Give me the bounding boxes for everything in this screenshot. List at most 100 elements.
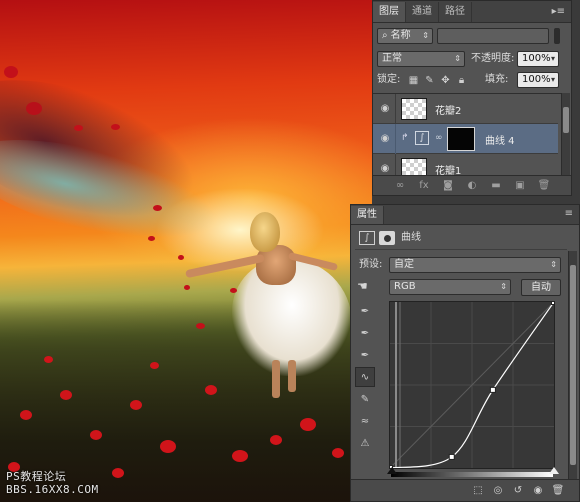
layer-name: 花瓣2 [435,106,462,117]
curve-point-tool-icon[interactable]: ∿ [355,367,375,387]
lock-paint-icon[interactable]: ✎ [423,74,436,87]
girl-hair [250,212,280,252]
eyedropper-black-icon[interactable]: ✒ [355,301,375,321]
layers-panel-footer: ∞ fx ◙ ◐ ▬ ▣ 🗑︎ [373,175,571,195]
divider [355,249,567,250]
layer-style-fx-icon[interactable]: fx [417,180,431,191]
layer-filter-kind-select[interactable]: ⌕ 名称 ⇕ [377,28,433,44]
new-layer-icon[interactable]: ▣ [513,180,527,191]
poppy [20,410,32,420]
panel-menu-icon[interactable]: ≡ [559,204,579,224]
poppy [160,440,176,453]
clip-to-layer-icon[interactable]: ⬚ [471,485,485,496]
petal [26,102,42,115]
curve-control-point[interactable] [448,453,455,460]
layer-list-scrollbar[interactable] [561,93,570,175]
properties-panel-tabs: 属性 ≡ [351,205,579,225]
white-point-slider-icon[interactable] [549,467,559,474]
layer-name: 花瓣1 [435,166,462,175]
layer-row[interactable]: ◉ 花瓣1 [373,154,558,175]
lock-transparent-icon[interactable]: ▦ [407,74,420,87]
curve-control-point[interactable] [551,299,557,305]
tab-channels[interactable]: 通道 [406,2,439,22]
petal [148,236,155,241]
watermark-url: BBS.16XX8.COM [6,483,99,496]
fill-input[interactable]: 100% ▾ [517,72,559,88]
layer-filter-field[interactable] [437,28,549,44]
filter-toggle-switch[interactable] [554,28,560,44]
petal [74,125,83,131]
trash-icon[interactable]: 🗑︎ [537,180,551,191]
layer-mask-thumbnail[interactable] [447,127,475,151]
new-adjustment-icon[interactable]: ◐ [465,180,479,191]
row-divider [395,94,396,124]
pencil-icon[interactable]: ✎ [355,389,375,409]
poppy [112,468,124,478]
scrollbar-thumb[interactable] [563,107,569,133]
curves-graph[interactable] [387,299,557,471]
eye-icon[interactable]: ◉ [379,133,391,145]
watermark-title: PS教程论坛 [6,470,67,483]
properties-scrollbar[interactable] [568,251,577,479]
girl-leg [288,360,296,392]
curve-svg[interactable] [387,299,557,471]
new-group-icon[interactable]: ▬ [489,180,503,191]
auto-button[interactable]: 自动 [521,279,561,296]
preset-value: 自定 [394,259,414,270]
lock-all-icon[interactable]: 🔒︎ [455,74,468,87]
curve-tools: ✒ ✒ ✒ ∿ ✎ ≈ ⚠ [355,301,375,455]
trash-icon[interactable]: 🗑︎ [551,485,565,496]
tab-layers[interactable]: 图层 [373,2,406,22]
poppy [60,390,72,400]
opacity-label: 不透明度: [471,53,515,64]
blend-mode-value: 正常 [382,53,402,64]
black-point-slider-icon[interactable] [387,467,397,474]
reset-icon[interactable]: ↺ [511,485,525,496]
row-divider [395,124,396,154]
channel-value: RGB [394,281,416,292]
eyedropper-white-icon[interactable]: ✒ [355,345,375,365]
mask-properties-icon[interactable] [379,231,395,245]
petal [153,205,162,211]
chevron-down-icon: ▾ [550,75,555,84]
preset-select[interactable]: 自定 ⇕ [389,257,561,273]
curves-adjustment-icon: ∫ [359,231,375,245]
document-canvas[interactable]: PS教程论坛 BBS.16XX8.COM [0,0,372,502]
tab-properties[interactable]: 属性 [351,206,384,224]
visibility-eye-icon[interactable]: ◉ [531,485,545,496]
tab-paths[interactable]: 路径 [439,2,472,22]
layer-row-selected[interactable]: ◉ ↱ ∫ ∞ 曲线 4 [373,124,558,154]
view-previous-icon[interactable]: ◎ [491,485,505,496]
petal [111,124,120,130]
lock-position-icon[interactable]: ✥ [439,74,452,87]
link-chain-icon[interactable]: ∞ [435,133,443,143]
poppy [205,385,217,395]
eye-icon[interactable]: ◉ [379,103,391,115]
smooth-curve-icon[interactable]: ≈ [355,411,375,431]
poppy [270,435,282,445]
scrollbar-thumb[interactable] [570,265,576,465]
curve-control-point[interactable] [489,386,496,393]
layer-row[interactable]: ◉ 花瓣2 [373,94,558,124]
panel-menu-icon[interactable]: ▸≡ [546,2,571,22]
target-adjust-hand-icon[interactable]: ☚ [357,279,377,295]
layers-panel: 图层 通道 路径 ▸≡ ⌕ 名称 ⇕ 正常 ⇕ 不透明度: 100% ▾ 锁定: ▦ ✎… [372,0,572,196]
eye-icon[interactable]: ◉ [379,163,391,175]
clip-arrow-icon: ↱ [401,133,409,143]
petal [196,323,205,329]
layer-thumbnail [401,98,427,120]
blend-mode-select[interactable]: 正常 ⇕ [377,51,465,67]
girl-leg [272,360,280,398]
eyedropper-gray-icon[interactable]: ✒ [355,323,375,343]
link-layers-icon[interactable]: ∞ [393,180,407,191]
clipping-warning-icon[interactable]: ⚠ [355,433,375,453]
petal [184,285,190,290]
layer-name: 曲线 4 [485,136,515,147]
properties-panel: 属性 ≡ ∫ 曲线 预设: 自定 ⇕ ☚ RGB ⇕ 自动 ✒ ✒ ✒ ∿ ✎ ≈ … [350,204,580,502]
poppy [332,448,344,458]
add-mask-icon[interactable]: ◙ [441,180,455,191]
layer-thumbnail [401,158,427,175]
channel-select[interactable]: RGB ⇕ [389,279,511,295]
search-icon: ⌕ [382,30,388,41]
opacity-input[interactable]: 100% ▾ [517,51,559,67]
